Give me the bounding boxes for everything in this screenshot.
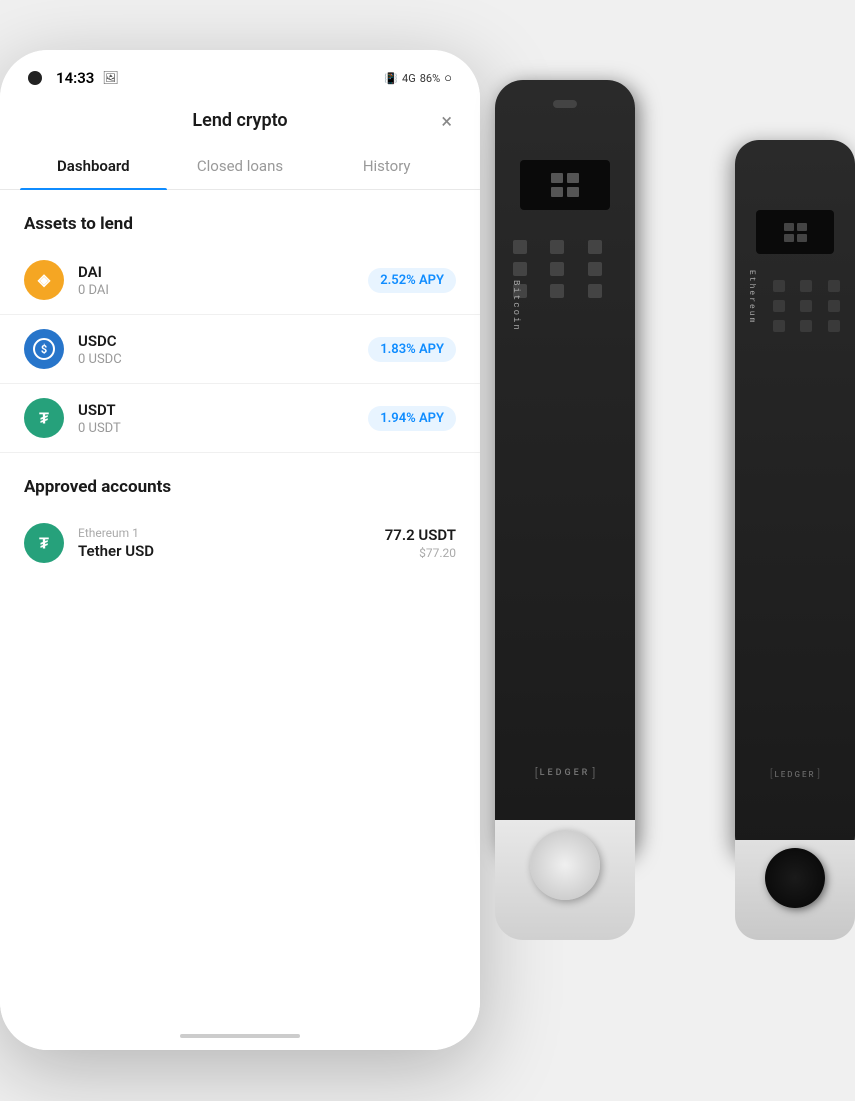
usdt-balance: 0 USDT	[78, 421, 368, 436]
account-value: 77.2 USDT $77.20	[385, 526, 456, 560]
tab-history[interactable]: History	[313, 143, 460, 189]
page-title: Lend crypto	[192, 110, 287, 131]
asset-item-usdt[interactable]: ₮ USDT 0 USDT 1.94% APY	[0, 384, 480, 453]
asset-item-usdc[interactable]: $ USDC 0 USDC 1.83% APY	[0, 315, 480, 384]
ledger-side-screen	[756, 210, 834, 254]
account-amount: 77.2 USDT	[385, 526, 456, 544]
status-bar: 14:33 🖼 📳 4G 86% ○	[0, 50, 480, 98]
account-item-tether[interactable]: ₮ Ethereum 1 Tether USD 77.2 USDT $77.20	[0, 509, 480, 577]
usdc-name: USDC	[78, 332, 368, 350]
assets-to-lend-header: Assets to lend	[0, 190, 480, 246]
battery-icon: ○	[444, 70, 452, 86]
main-content: Assets to lend ◈ DAI 0 DAI 2.52% APY $	[0, 190, 480, 1022]
ledger-main-screen	[520, 160, 610, 210]
ledger-main-bottom	[495, 820, 635, 940]
usdt-apy: 1.94% APY	[368, 406, 456, 431]
vibrate-icon: 📳	[384, 72, 398, 85]
ledger-icon-grid	[505, 240, 625, 298]
svg-text:$: $	[41, 343, 47, 356]
camera-dot	[28, 71, 42, 85]
ethereum-label: Ethereum	[747, 270, 756, 324]
ledger-main-body: Bitcoin [ LEDGER ]	[495, 80, 635, 860]
dai-apy: 2.52% APY	[368, 268, 456, 293]
signal-icon: 4G	[402, 72, 416, 85]
tab-dashboard[interactable]: Dashboard	[20, 143, 167, 189]
app-header: Lend crypto ×	[0, 98, 480, 143]
ledger-side-circle-button[interactable]	[765, 848, 825, 908]
ledger-label: [ LEDGER ]	[535, 766, 595, 780]
close-button[interactable]: ×	[441, 109, 452, 133]
home-bar	[180, 1034, 300, 1038]
svg-text:₮: ₮	[39, 408, 49, 427]
tab-bar: Dashboard Closed loans History	[0, 143, 480, 190]
bitcoin-label: Bitcoin	[511, 280, 521, 332]
svg-text:₮: ₮	[39, 533, 49, 552]
account-fiat: $77.20	[385, 546, 456, 560]
phone-shell: 14:33 🖼 📳 4G 86% ○ Lend crypto × Dashboa…	[0, 50, 480, 1050]
ledger-circle-button[interactable]	[530, 830, 600, 900]
usdc-info: USDC 0 USDC	[78, 332, 368, 367]
gallery-icon: 🖼	[102, 71, 119, 86]
dai-info: DAI 0 DAI	[78, 263, 368, 298]
devices-container: Bitcoin [ LEDGER ]	[455, 0, 855, 1101]
asset-item-dai[interactable]: ◈ DAI 0 DAI 2.52% APY	[0, 246, 480, 315]
dai-name: DAI	[78, 263, 368, 281]
tether-account-icon: ₮	[24, 523, 64, 563]
status-time: 14:33	[56, 69, 94, 87]
tab-closed-loans[interactable]: Closed loans	[167, 143, 314, 189]
usdc-icon: $	[24, 329, 64, 369]
ledger-main-device: Bitcoin [ LEDGER ]	[495, 80, 635, 940]
ledger-side-device: Ethereum [ LEDGER ]	[735, 140, 855, 940]
side-icon-grid	[773, 280, 847, 332]
tether-account-info: Ethereum 1 Tether USD	[78, 526, 385, 560]
ledger-side-bottom	[735, 840, 855, 940]
usdt-icon: ₮	[24, 398, 64, 438]
account-sub-label: Ethereum 1	[78, 526, 385, 540]
approved-accounts-header: Approved accounts	[0, 453, 480, 509]
ledger-side-label-group: [ LEDGER ]	[770, 769, 820, 780]
ledger-side-body: Ethereum [ LEDGER ]	[735, 140, 855, 860]
home-indicator	[0, 1022, 480, 1050]
account-name: Tether USD	[78, 542, 385, 560]
status-icons: 📳 4G 86% ○	[384, 70, 452, 86]
usdt-name: USDT	[78, 401, 368, 419]
battery-text: 86%	[420, 72, 440, 85]
usdc-apy: 1.83% APY	[368, 337, 456, 362]
dai-icon: ◈	[24, 260, 64, 300]
usdt-info: USDT 0 USDT	[78, 401, 368, 436]
svg-text:◈: ◈	[37, 272, 51, 289]
usdc-balance: 0 USDC	[78, 352, 368, 367]
dai-balance: 0 DAI	[78, 283, 368, 298]
ledger-top-button	[553, 100, 577, 108]
